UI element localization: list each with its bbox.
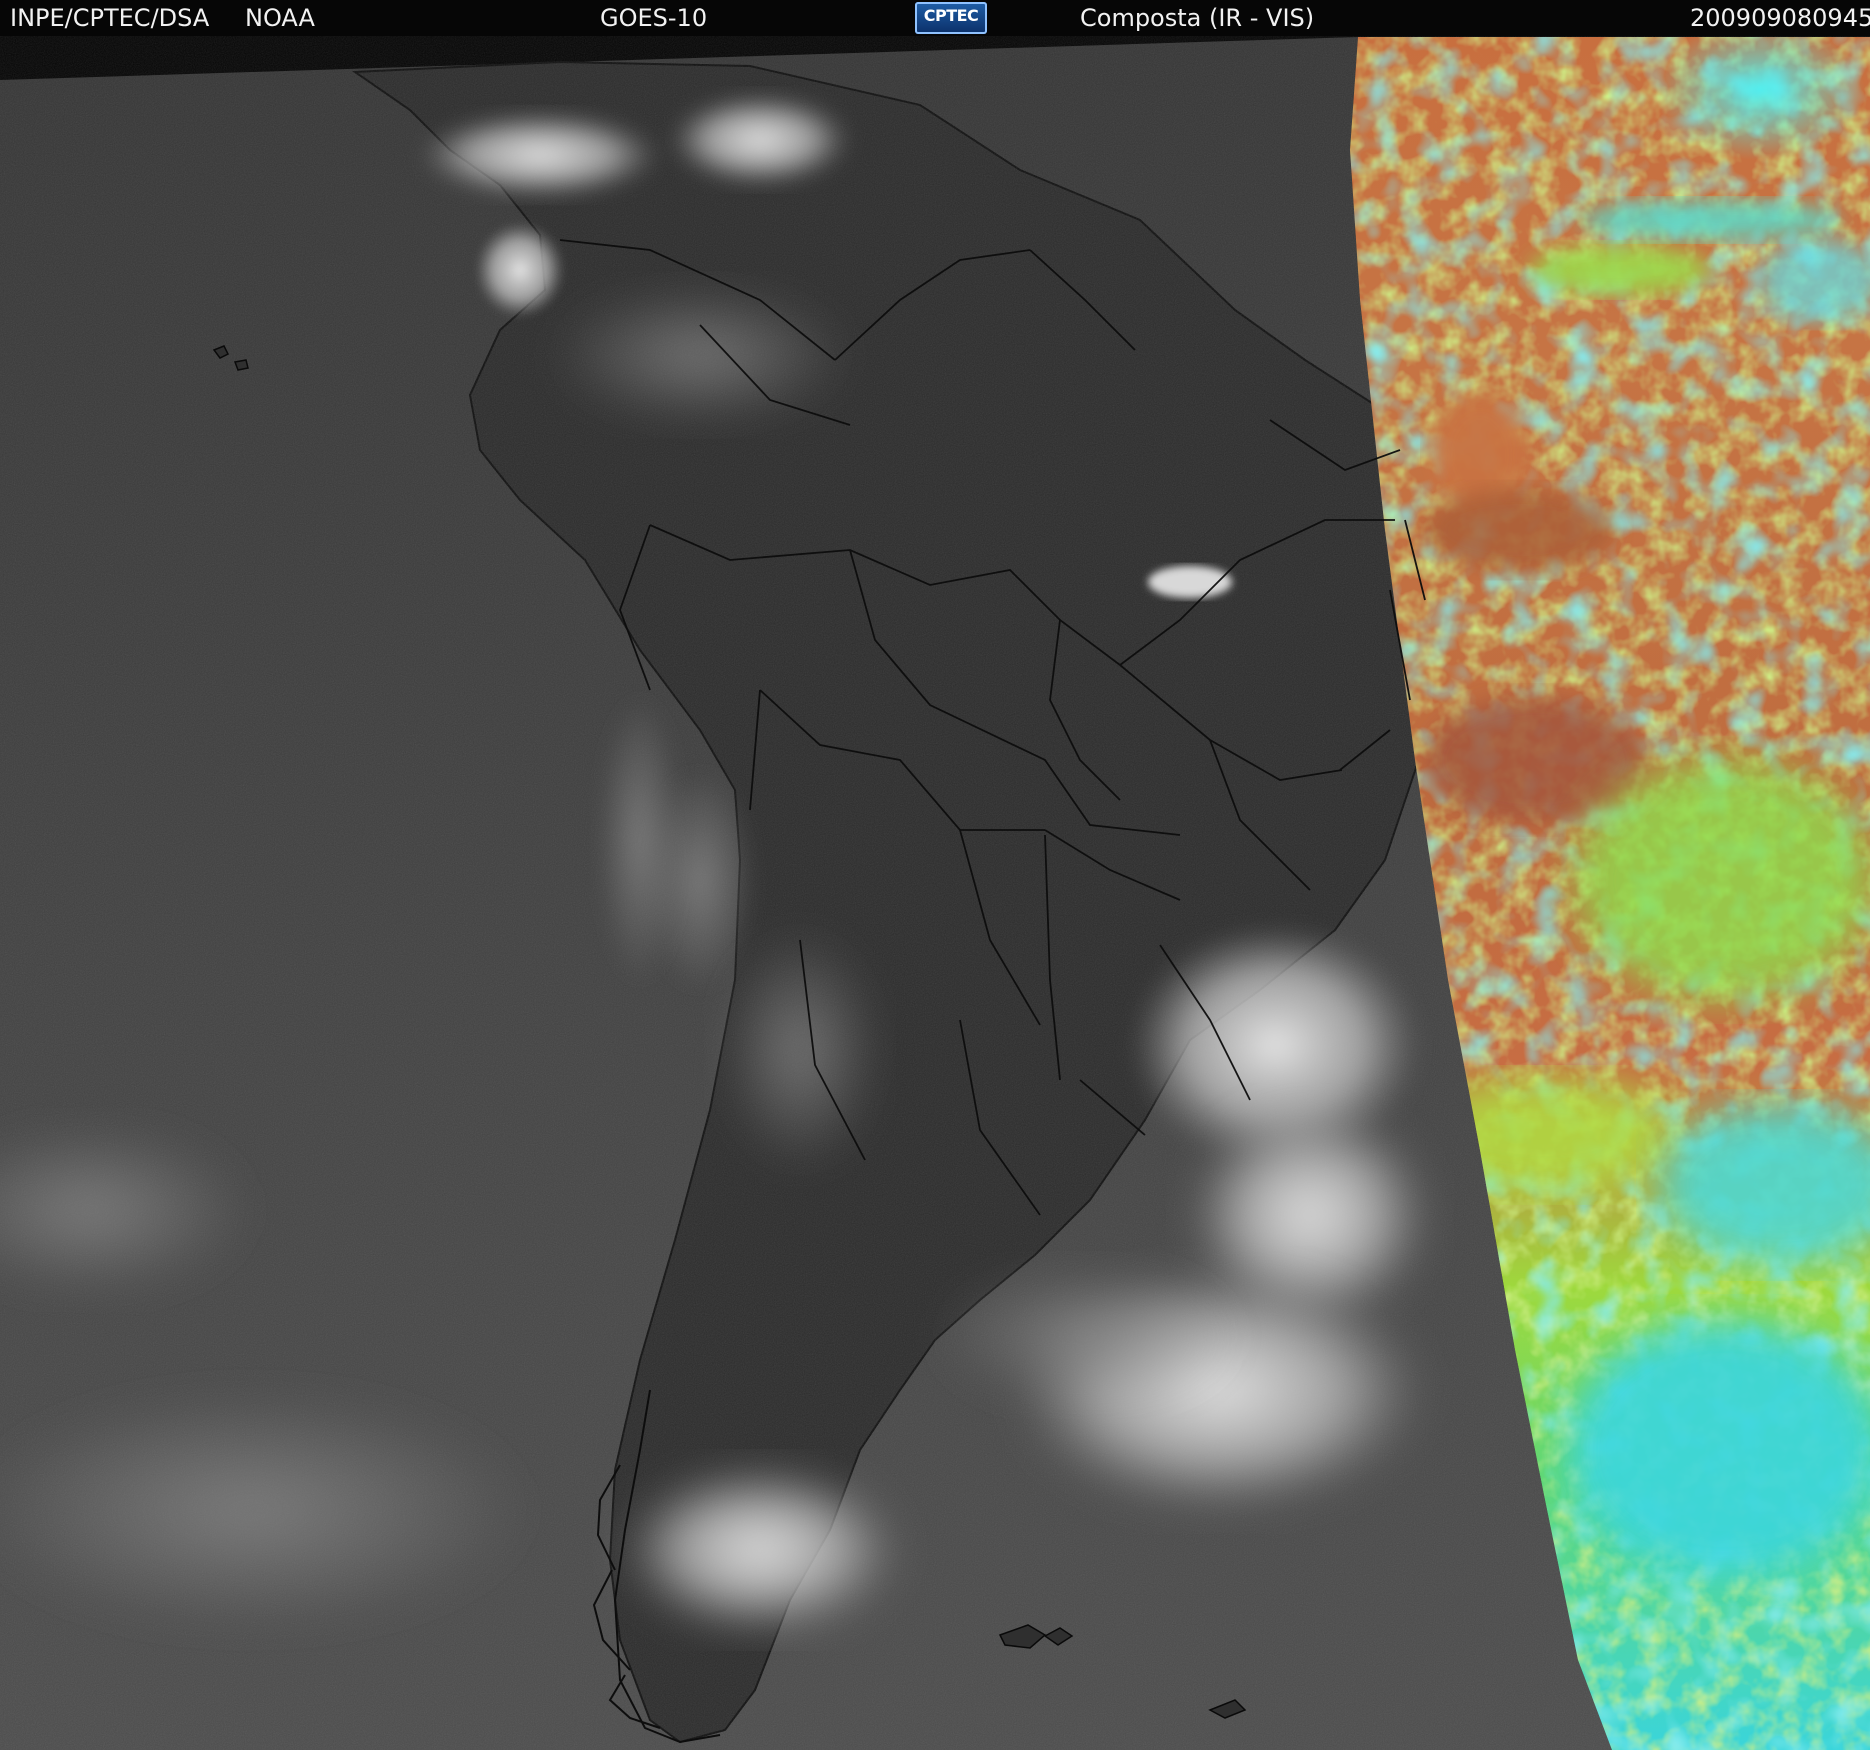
satellite-composite-scene [0, 0, 1870, 1750]
product-label: Composta (IR - VIS) [1080, 4, 1315, 32]
institution-label: INPE/CPTEC/DSA [10, 4, 210, 32]
satellite-image-frame: INPE/CPTEC/DSA NOAA GOES-10 Composta (IR… [0, 0, 1870, 1750]
agency-label: NOAA [245, 4, 315, 32]
timestamp-label: 200909080945 [1690, 4, 1870, 32]
satellite-label: GOES-10 [600, 4, 708, 32]
cptec-logo-text: CPTEC [923, 6, 979, 25]
cptec-logo: CPTEC [915, 2, 987, 34]
